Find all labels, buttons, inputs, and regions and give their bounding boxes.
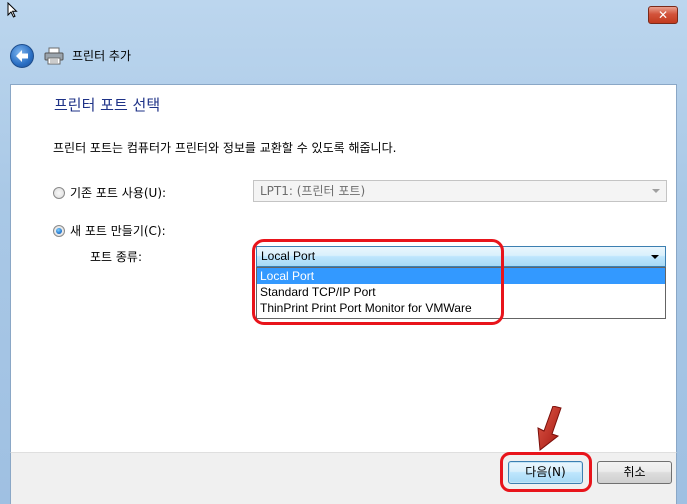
new-port-label: 새 포트 만들기(C): (70, 224, 166, 238)
navigation-bar: 프린터 추가 (0, 30, 687, 84)
wizard-title: 프린터 추가 (72, 49, 132, 63)
chevron-down-icon (652, 189, 660, 193)
title-bar: ✕ (0, 0, 687, 30)
port-type-label: 포트 종류: (90, 250, 143, 264)
mouse-cursor-icon (7, 2, 18, 18)
existing-port-value: LPT1: (프린터 포트) (260, 184, 366, 198)
existing-port-label: 기존 포트 사용(U): (70, 186, 167, 200)
close-button[interactable]: ✕ (648, 6, 678, 24)
port-option-standard-tcpip[interactable]: Standard TCP/IP Port (257, 284, 665, 300)
port-type-dropdown-list: Local Port Standard TCP/IP Port ThinPrin… (256, 267, 666, 319)
next-button[interactable]: 다음(N) (508, 461, 583, 484)
printer-icon (44, 47, 64, 65)
port-option-local-port[interactable]: Local Port (257, 268, 665, 284)
cancel-button[interactable]: 취소 (597, 461, 672, 484)
back-button[interactable] (10, 44, 34, 68)
new-port-option[interactable]: 새 포트 만들기(C): (53, 222, 166, 239)
port-option-thinprint[interactable]: ThinPrint Print Port Monitor for VMWare (257, 300, 665, 316)
port-type-select[interactable]: Local Port (256, 246, 666, 267)
page-description: 프린터 포트는 컴퓨터가 프린터와 정보를 교환할 수 있도록 해줍니다. (53, 141, 397, 155)
existing-port-select: LPT1: (프린터 포트) (253, 180, 667, 202)
new-port-radio[interactable] (53, 224, 65, 237)
chevron-down-icon (651, 255, 659, 259)
existing-port-option[interactable]: 기존 포트 사용(U): (53, 184, 166, 201)
existing-port-radio[interactable] (53, 186, 65, 199)
back-arrow-icon (16, 50, 28, 62)
port-type-value: Local Port (261, 249, 316, 263)
page-heading: 프린터 포트 선택 (54, 96, 161, 114)
